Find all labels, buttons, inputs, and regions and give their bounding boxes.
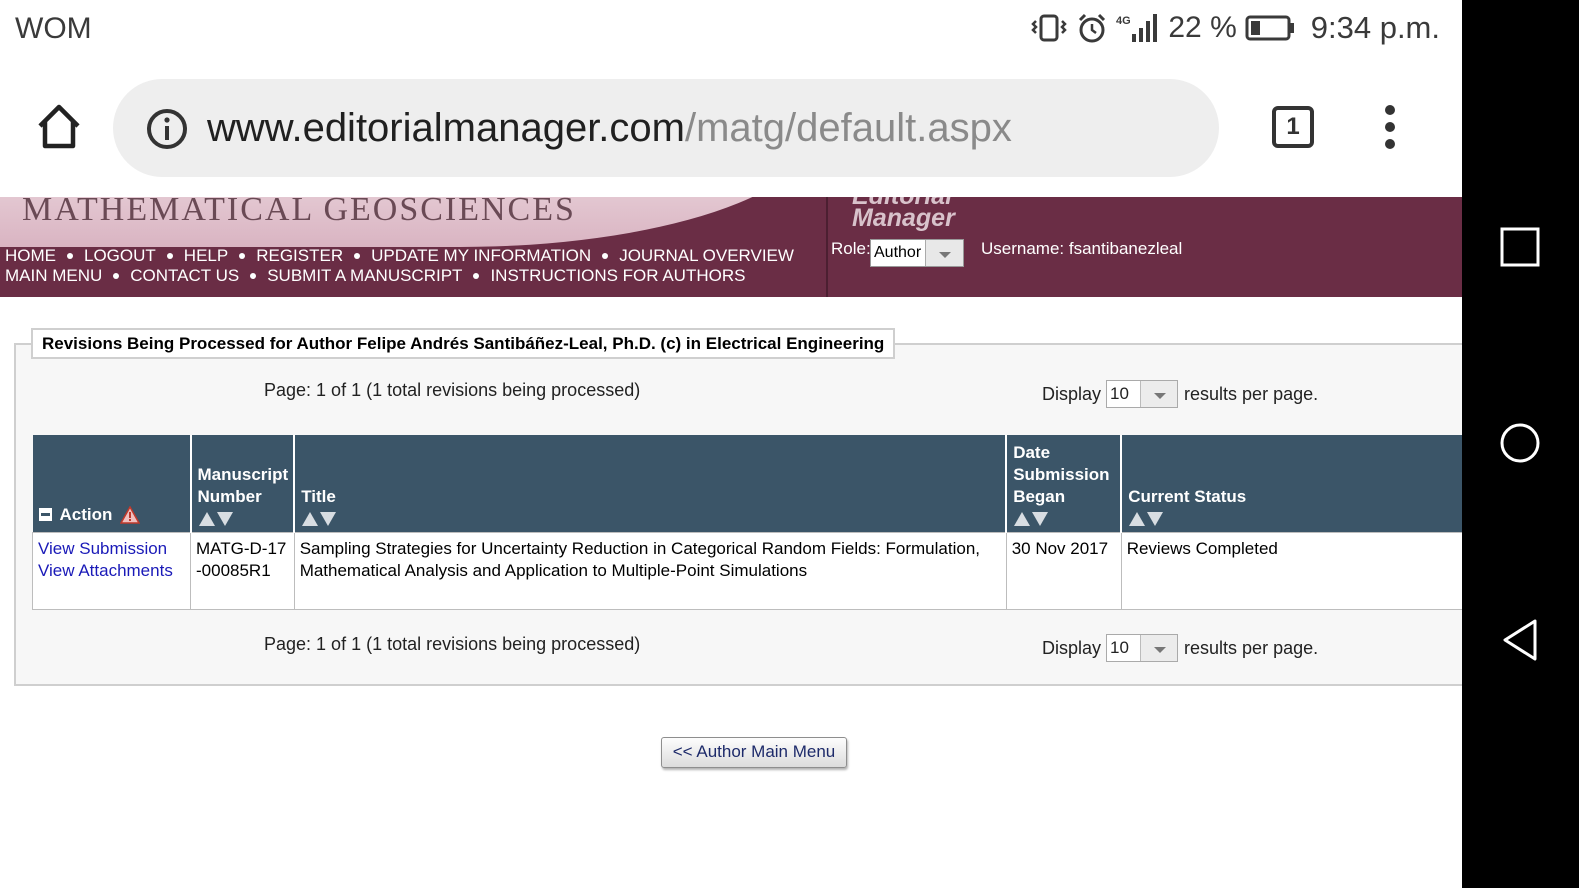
vibrate-icon xyxy=(1030,13,1068,43)
sort-control[interactable] xyxy=(301,508,1000,527)
battery-percent: 22 % xyxy=(1168,11,1237,44)
view-attachments-link[interactable]: View Attachments xyxy=(38,560,185,582)
display-label: Display xyxy=(1042,383,1102,404)
display-control-bottom: Display 10 results per page. xyxy=(1042,634,1318,662)
nav-journal-overview[interactable]: JOURNAL OVERVIEW xyxy=(619,246,794,266)
sort-control[interactable] xyxy=(1128,508,1475,527)
column-action: Action xyxy=(32,435,192,532)
role-label: Role: xyxy=(831,239,871,258)
nav-home[interactable]: HOME xyxy=(5,246,56,266)
home-icon[interactable] xyxy=(34,102,84,152)
chevron-down-icon[interactable] xyxy=(1140,635,1178,661)
results-per-page-select[interactable]: 10 xyxy=(1106,634,1179,662)
sort-down-icon[interactable] xyxy=(1031,511,1049,527)
sort-up-icon[interactable] xyxy=(198,511,216,527)
cell-action: View Submission View Attachments xyxy=(32,531,191,610)
nav-separator xyxy=(239,253,246,259)
results-per-page-select[interactable]: 10 xyxy=(1106,380,1179,408)
pager-bottom: Page: 1 of 1 (1 total revisions being pr… xyxy=(264,634,641,654)
carrier-name: WOM xyxy=(15,12,92,45)
cell-date-began: 30 Nov 2017 xyxy=(1005,531,1122,610)
sort-control[interactable] xyxy=(198,508,289,527)
nav-register[interactable]: REGISTER xyxy=(256,246,343,266)
nav-separator xyxy=(67,253,73,259)
role-select[interactable]: Author xyxy=(870,239,964,267)
header-divider xyxy=(826,197,828,297)
sort-control[interactable] xyxy=(1013,508,1115,527)
tabs-icon[interactable]: 1 xyxy=(1272,106,1314,148)
collapse-icon[interactable] xyxy=(38,508,52,521)
url-path: /matg/default.aspx xyxy=(685,106,1012,150)
column-title: Title xyxy=(294,435,1008,532)
column-current-status: Current Status xyxy=(1121,435,1483,532)
column-manuscript-number: Manuscript Number xyxy=(190,435,296,532)
svg-text:4G: 4G xyxy=(1116,15,1131,27)
author-main-menu-button[interactable]: << Author Main Menu xyxy=(661,737,847,768)
nav-row-1: HOME LOGOUT HELP REGISTER UPDATE MY INFO… xyxy=(5,246,794,266)
username: Username: fsantibanezleal xyxy=(981,239,1183,258)
nav-separator xyxy=(166,253,173,259)
nav-submit-manuscript[interactable]: SUBMIT A MANUSCRIPT xyxy=(267,266,462,286)
address-bar[interactable]: www.editorialmanager.com/matg/default.as… xyxy=(113,79,1219,177)
status-bar: WOM 4G 22 % 9:34 p.m. xyxy=(0,0,1462,62)
site-header: MATHEMATICAL GEOSCIENCES HOME LOGOUT HEL… xyxy=(0,197,1462,297)
nav-main-menu[interactable]: MAIN MENU xyxy=(5,266,102,286)
chevron-down-icon[interactable] xyxy=(1140,381,1178,407)
status-icons: 4G 22 % 9:34 p.m. xyxy=(1030,10,1440,46)
cell-title: Sampling Strategies for Uncertainty Redu… xyxy=(293,531,1007,610)
nav-update-info[interactable]: UPDATE MY INFORMATION xyxy=(371,246,591,266)
nav-contact-us[interactable]: CONTACT US xyxy=(130,266,239,286)
nav-instructions[interactable]: INSTRUCTIONS FOR AUTHORS xyxy=(490,266,745,286)
nav-separator xyxy=(473,273,480,279)
nav-separator xyxy=(354,253,361,259)
battery-icon xyxy=(1245,14,1295,42)
top-nav: HOME LOGOUT HELP REGISTER UPDATE MY INFO… xyxy=(5,246,794,286)
results-label: results per page. xyxy=(1184,383,1319,404)
table-row: View Submission View Attachments MATG-D-… xyxy=(32,531,1482,610)
sort-up-icon[interactable] xyxy=(1013,511,1031,527)
back-triangle-icon[interactable] xyxy=(1499,618,1541,662)
pager-top: Page: 1 of 1 (1 total revisions being pr… xyxy=(264,380,641,400)
view-submission-link[interactable]: View Submission xyxy=(38,538,185,560)
column-date-began: Date Submission Began xyxy=(1006,435,1123,532)
chevron-down-icon[interactable] xyxy=(925,240,963,266)
journal-banner: MATHEMATICAL GEOSCIENCES HOME LOGOUT HEL… xyxy=(0,197,826,297)
square-icon[interactable] xyxy=(1499,226,1541,268)
display-control-top: Display 10 results per page. xyxy=(1042,380,1318,408)
sort-up-icon[interactable] xyxy=(1128,511,1146,527)
revisions-table: Action Manuscript Number Title Date Subm… xyxy=(32,435,1483,610)
circle-icon[interactable] xyxy=(1499,422,1541,464)
sort-up-icon[interactable] xyxy=(301,511,319,527)
table-header-row: Action Manuscript Number Title Date Subm… xyxy=(32,435,1483,532)
nav-separator xyxy=(250,273,257,279)
browser-toolbar: www.editorialmanager.com/matg/default.as… xyxy=(0,62,1462,197)
sort-down-icon[interactable] xyxy=(319,511,337,527)
sort-down-icon[interactable] xyxy=(1146,511,1164,527)
nav-row-2: MAIN MENU CONTACT US SUBMIT A MANUSCRIPT… xyxy=(5,266,794,286)
url-text[interactable]: www.editorialmanager.com/matg/default.as… xyxy=(207,106,1012,151)
panel-legend: Revisions Being Processed for Author Fel… xyxy=(31,328,896,359)
alarm-icon xyxy=(1076,12,1108,44)
editorial-manager-logo: Editorial Manager xyxy=(852,197,955,232)
cell-current-status: Reviews Completed xyxy=(1120,531,1482,610)
android-nav-bar xyxy=(1462,0,1579,888)
display-label: Display xyxy=(1042,637,1102,658)
results-label: results per page. xyxy=(1184,637,1319,658)
role-select-value: Author xyxy=(874,244,922,261)
clock: 9:34 p.m. xyxy=(1310,10,1440,45)
nav-logout[interactable]: LOGOUT xyxy=(84,246,156,266)
journal-title: MATHEMATICAL GEOSCIENCES xyxy=(22,197,576,228)
sort-down-icon[interactable] xyxy=(216,511,234,527)
nav-separator xyxy=(113,273,120,279)
cell-manuscript-number: MATG-D-17-00085R1 xyxy=(190,531,295,610)
warning-icon xyxy=(120,505,141,524)
signal-icon: 4G xyxy=(1116,12,1160,44)
more-vert-icon[interactable] xyxy=(1383,104,1397,150)
nav-separator xyxy=(602,253,609,259)
nav-help[interactable]: HELP xyxy=(184,246,228,266)
info-icon[interactable] xyxy=(145,107,189,151)
url-host: www.editorialmanager.com xyxy=(207,106,685,150)
